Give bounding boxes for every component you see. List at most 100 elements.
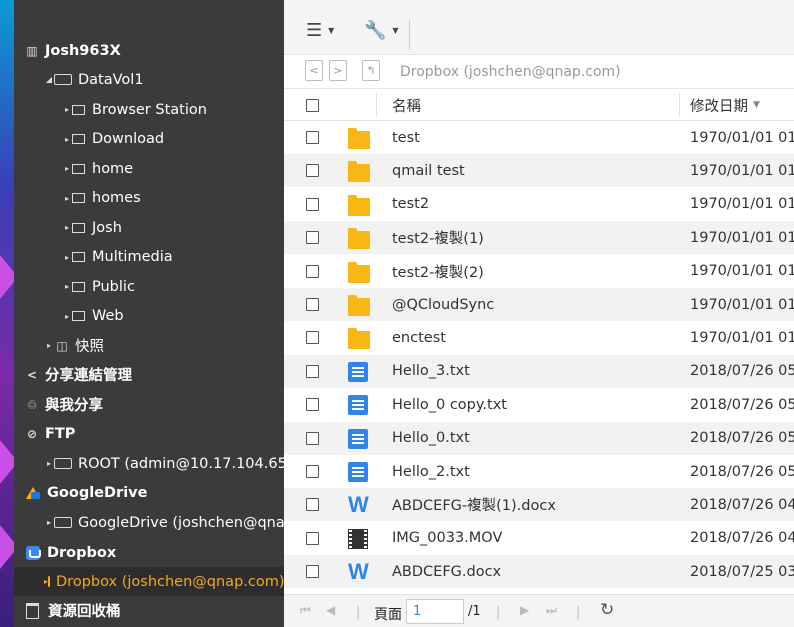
file-name[interactable]: ABDCEFG.docx: [392, 564, 501, 580]
tree-item-nas-root[interactable]: ▥ Josh963X: [24, 36, 120, 65]
tree-item-share[interactable]: ▸ Web: [62, 302, 124, 331]
forward-button[interactable]: >: [329, 60, 347, 81]
folder-icon: [348, 328, 370, 350]
file-name[interactable]: test2: [392, 196, 429, 212]
row-checkbox[interactable]: [306, 298, 319, 311]
word-document-icon: W: [348, 492, 369, 518]
tree-item-ftp[interactable]: ⊘ FTP: [24, 419, 75, 448]
video-file-icon: [348, 528, 368, 549]
row-checkbox[interactable]: [306, 231, 319, 245]
tree-item-googledrive[interactable]: GoogleDrive: [26, 478, 147, 507]
table-row[interactable]: W ABDCEFG.docx 2018/07/25 03: [284, 555, 794, 589]
collapse-caret-icon[interactable]: ▸: [62, 164, 72, 173]
tree-item-share[interactable]: ▸ home: [62, 154, 133, 183]
tree-item-ftp-root[interactable]: ▸ ROOT (admin@10.17.104.65): [44, 449, 284, 478]
table-row[interactable]: test 1970/01/01 01: [284, 121, 794, 154]
table-row[interactable]: enctest 1970/01/01 01: [284, 321, 794, 354]
pager-divider: |: [576, 605, 581, 620]
text-file-icon: [348, 462, 368, 482]
collapse-caret-icon[interactable]: ▸: [44, 459, 54, 468]
file-name[interactable]: test2-複製(2): [392, 261, 484, 282]
table-row[interactable]: Hello_0.txt 2018/07/26 05: [284, 421, 794, 455]
file-name[interactable]: Hello_3.txt: [392, 363, 470, 379]
tree-item-dropbox-account[interactable]: ▸ Dropbox (joshchen@qnap.com): [14, 567, 284, 596]
file-name[interactable]: ABDCEFG-複製(1).docx: [392, 494, 556, 515]
row-checkbox[interactable]: [306, 398, 319, 412]
row-checkbox[interactable]: [306, 131, 319, 144]
tree-item-datavol1[interactable]: ◢ DataVol1: [44, 65, 144, 94]
next-page-icon[interactable]: ▶: [520, 603, 529, 617]
file-name[interactable]: IMG_0033.MOV: [392, 530, 502, 546]
tree-item-dropbox[interactable]: Dropbox: [26, 538, 116, 567]
table-row[interactable]: test2 1970/01/01 01: [284, 188, 794, 221]
column-header-name[interactable]: 名稱: [392, 89, 421, 121]
table-row[interactable]: Hello_3.txt 2018/07/26 05: [284, 354, 794, 388]
tree-item-share-link-management[interactable]: < 分享連結管理: [24, 360, 132, 389]
folder-icon: [348, 328, 370, 350]
row-checkbox[interactable]: [306, 164, 319, 178]
tree-item-share[interactable]: ▸ Public: [62, 272, 135, 301]
row-checkbox[interactable]: [306, 565, 319, 579]
row-checkbox[interactable]: [306, 431, 319, 445]
tree-item-share[interactable]: ▸ Browser Station: [62, 95, 207, 124]
row-checkbox[interactable]: [306, 197, 319, 211]
tree-item-googledrive-account[interactable]: ▸ GoogleDrive (joshchen@qnap.com): [44, 508, 284, 537]
file-name[interactable]: Hello_0.txt: [392, 430, 470, 446]
tree-item-share[interactable]: ▸ Multimedia: [62, 243, 173, 272]
file-name[interactable]: enctest: [392, 330, 446, 346]
row-checkbox[interactable]: [306, 531, 319, 545]
table-row[interactable]: Hello_0 copy.txt 2018/07/26 05: [284, 388, 794, 421]
collapse-caret-icon[interactable]: ▸: [44, 518, 54, 527]
prev-page-icon[interactable]: ◀: [326, 603, 335, 617]
collapse-caret-icon[interactable]: ▸: [44, 341, 54, 350]
file-name[interactable]: test: [392, 130, 420, 146]
folder-icon: [348, 128, 370, 149]
file-name[interactable]: qmail test: [392, 163, 465, 179]
back-button[interactable]: <: [305, 60, 323, 81]
up-level-button[interactable]: ↰: [362, 60, 380, 81]
file-name[interactable]: test2-複製(1): [392, 227, 484, 248]
row-checkbox[interactable]: [306, 331, 319, 345]
row-checkbox[interactable]: [306, 264, 319, 278]
row-checkbox[interactable]: [306, 465, 319, 478]
tree-item-share[interactable]: ▸ homes: [62, 184, 141, 213]
file-name[interactable]: @QCloudSync: [392, 297, 494, 313]
collapse-caret-icon[interactable]: ▸: [62, 194, 72, 203]
tree-item-snapshot[interactable]: ▸ ◫ 快照: [44, 331, 104, 360]
last-page-icon[interactable]: ⏭: [546, 603, 557, 618]
table-row[interactable]: qmail test 1970/01/01 01: [284, 154, 794, 188]
collapse-caret-icon[interactable]: ▸: [62, 253, 72, 262]
collapse-caret-icon[interactable]: ▸: [62, 105, 72, 114]
tree-item-share[interactable]: ▸ Josh: [62, 213, 122, 242]
table-row[interactable]: test2-複製(2) 1970/01/01 01: [284, 255, 794, 288]
column-divider[interactable]: [679, 93, 680, 117]
collapse-caret-icon[interactable]: ▸: [62, 135, 72, 144]
tree-item-shared-with-me[interactable]: ♲ 與我分享: [24, 390, 103, 419]
collapse-caret-icon[interactable]: ▸: [62, 223, 72, 232]
column-divider[interactable]: [376, 93, 377, 117]
table-row[interactable]: test2-複製(1) 1970/01/01 01: [284, 221, 794, 255]
refresh-icon[interactable]: ↻: [600, 600, 614, 620]
row-checkbox[interactable]: [306, 364, 319, 378]
expand-caret-icon[interactable]: ◢: [44, 75, 54, 84]
table-row[interactable]: W ABDCEFG-複製(1).docx 2018/07/26 04: [284, 488, 794, 522]
page-number-input[interactable]: [406, 599, 464, 624]
table-row[interactable]: Hello_2.txt 2018/07/26 05: [284, 455, 794, 488]
file-modified-date: 2018/07/26 05: [690, 430, 794, 447]
select-all-checkbox[interactable]: [306, 98, 319, 112]
tools-button[interactable]: 🔧 ▼: [364, 18, 399, 42]
folder-outline-icon: [72, 281, 85, 292]
column-header-modified[interactable]: 修改日期 ▼: [690, 89, 760, 121]
table-row[interactable]: @QCloudSync 1970/01/01 01: [284, 288, 794, 321]
tree-item-share[interactable]: ▸ Download: [62, 125, 164, 154]
first-page-icon[interactable]: ⏮: [300, 603, 311, 618]
row-checkbox[interactable]: [306, 498, 319, 512]
collapse-caret-icon[interactable]: ▸: [62, 312, 72, 321]
table-row[interactable]: IMG_0033.MOV 2018/07/26 04: [284, 522, 794, 555]
tree-item-recycle-bin[interactable]: 資源回收桶: [24, 596, 121, 625]
file-name[interactable]: Hello_2.txt: [392, 464, 470, 480]
file-name[interactable]: Hello_0 copy.txt: [392, 397, 507, 413]
folder-icon: [348, 194, 370, 216]
view-mode-button[interactable]: ☰ ▼: [306, 18, 334, 42]
collapse-caret-icon[interactable]: ▸: [62, 282, 72, 291]
